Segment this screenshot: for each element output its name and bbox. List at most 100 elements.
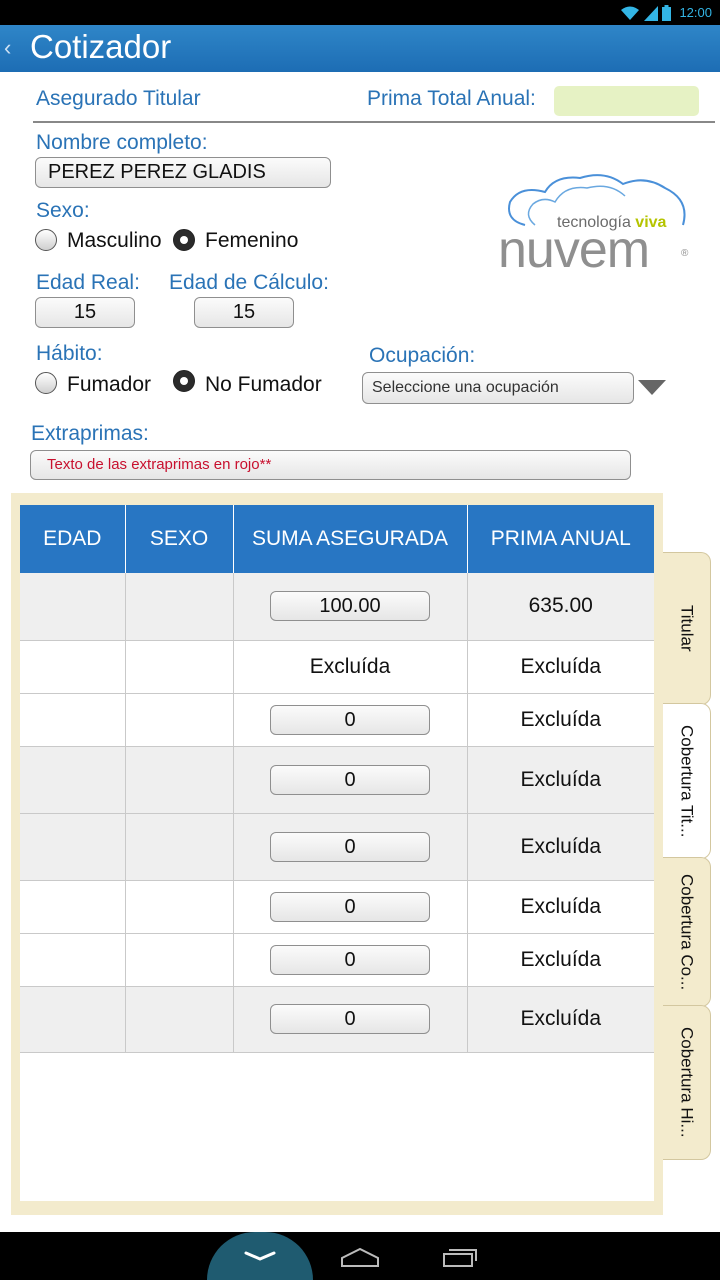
cell-sexo	[125, 986, 234, 1053]
cell-prima: Excluída	[467, 933, 654, 987]
total-premium-label: Prima Total Anual:	[367, 87, 536, 110]
calc-age-label: Edad de Cálculo:	[169, 271, 329, 294]
cell-sexo	[125, 640, 234, 694]
signal-icon	[644, 5, 659, 21]
header-divider	[33, 121, 715, 123]
status-icons: 12:00	[620, 3, 712, 22]
cell-prima: Excluída	[467, 813, 654, 881]
real-age-label: Edad Real:	[36, 271, 140, 294]
cell-edad	[20, 933, 126, 987]
navigation-bar	[0, 1232, 720, 1280]
suma-input[interactable]: 0	[270, 944, 430, 975]
cell-sexo	[125, 693, 234, 747]
sex-radio-femenino[interactable]	[173, 229, 195, 251]
habit-radio-fumador[interactable]	[35, 372, 57, 394]
nav-home-icon[interactable]	[340, 1246, 380, 1268]
coverage-table: EDAD SEXO SUMA ASEGURADA PRIMA ANUAL 100…	[20, 505, 654, 1053]
cell-prima: Excluída	[467, 693, 654, 747]
cell-edad	[20, 746, 126, 814]
habit-option-no-fumador: No Fumador	[205, 373, 322, 396]
nav-back-button[interactable]	[207, 1232, 313, 1280]
app-bar: ‹ Cotizador	[0, 25, 720, 72]
dropdown-arrow-icon[interactable]	[638, 380, 666, 396]
sex-radio-masculino[interactable]	[35, 229, 57, 251]
tab-label: Cobertura Tit...	[677, 724, 697, 838]
cell-edad	[20, 693, 126, 747]
extra-field[interactable]: Texto de las extraprimas en rojo**	[30, 450, 631, 480]
habit-radio-no-fumador[interactable]	[173, 370, 195, 392]
status-bar: 12:00	[0, 0, 720, 25]
name-label: Nombre completo:	[36, 131, 208, 154]
suma-input[interactable]: 0	[270, 1004, 430, 1034]
cell-edad	[20, 813, 126, 881]
back-chevron-icon[interactable]: ‹	[4, 35, 11, 61]
tab-titular[interactable]: Titular	[663, 552, 711, 705]
header-suma-asegurada: SUMA ASEGURADA	[233, 505, 468, 573]
cell-sexo	[125, 746, 234, 814]
cell-prima: Excluída	[467, 880, 654, 934]
app-title: Cotizador	[30, 28, 172, 65]
extra-label: Extraprimas:	[31, 422, 149, 445]
table-row: 0 Excluída	[20, 986, 654, 1053]
table-row: 100.00 635.00	[20, 573, 654, 641]
cell-suma: 0	[233, 746, 468, 814]
cell-sexo	[125, 933, 234, 987]
cell-prima: 635.00	[467, 573, 654, 641]
suma-input[interactable]: 0	[270, 704, 430, 735]
suma-input[interactable]: 0	[270, 891, 430, 922]
tab-label: Cobertura Co...	[677, 873, 697, 991]
habit-label: Hábito:	[36, 342, 103, 365]
occupation-label: Ocupación:	[369, 344, 476, 367]
cell-edad	[20, 986, 126, 1053]
cell-suma: 0	[233, 813, 468, 881]
sex-option-femenino: Femenino	[205, 229, 299, 252]
real-age-field[interactable]: 15	[35, 297, 135, 328]
cell-suma: 0	[233, 693, 468, 747]
cell-sexo	[125, 813, 234, 881]
tab-label: Titular	[677, 605, 697, 652]
cell-sexo	[125, 880, 234, 934]
suma-input[interactable]: 0	[270, 764, 430, 795]
coverage-panel: EDAD SEXO SUMA ASEGURADA PRIMA ANUAL 100…	[11, 493, 663, 1215]
cell-sexo	[125, 573, 234, 641]
cell-suma: 0	[233, 933, 468, 987]
suma-input[interactable]: 0	[270, 831, 430, 862]
name-field[interactable]: PEREZ PEREZ GLADIS	[35, 157, 331, 188]
sex-option-masculino: Masculino	[67, 229, 162, 252]
total-premium-field[interactable]	[554, 86, 699, 116]
suma-input[interactable]: 100.00	[270, 591, 430, 622]
cell-suma: Excluída	[233, 640, 468, 694]
header-prima-anual: PRIMA ANUAL	[467, 505, 654, 573]
nav-recents-icon[interactable]	[442, 1246, 478, 1268]
tab-label: Cobertura Hi...	[677, 1027, 697, 1138]
occupation-select[interactable]: Seleccione una ocupación	[362, 372, 634, 404]
header-sexo: SEXO	[125, 505, 234, 573]
table-row: 0 Excluída	[20, 933, 654, 987]
habit-option-fumador: Fumador	[67, 373, 152, 396]
cell-edad	[20, 880, 126, 934]
cell-prima: Excluída	[467, 640, 654, 694]
cell-prima: Excluída	[467, 746, 654, 814]
battery-icon	[662, 4, 672, 21]
header-edad: EDAD	[20, 505, 126, 573]
tab-cobertura-hijos[interactable]: Cobertura Hi...	[663, 1005, 711, 1160]
tab-cobertura-conyuge[interactable]: Cobertura Co...	[663, 857, 711, 1007]
table-row: 0 Excluída	[20, 880, 654, 934]
table-row: 0 Excluída	[20, 813, 654, 881]
status-time: 12:00	[679, 5, 712, 20]
cell-edad	[20, 640, 126, 694]
wifi-icon	[621, 6, 640, 20]
cell-suma: 100.00	[233, 573, 468, 641]
table-header-row: EDAD SEXO SUMA ASEGURADA PRIMA ANUAL	[20, 505, 654, 573]
table-row: 0 Excluída	[20, 693, 654, 747]
tab-cobertura-titular[interactable]: Cobertura Tit...	[663, 703, 711, 859]
insured-label: Asegurado Titular	[36, 87, 201, 110]
logo-registered-mark: ®	[681, 248, 689, 259]
cell-prima: Excluída	[467, 986, 654, 1053]
nuvem-logo: tecnología viva nuvem ®	[495, 170, 695, 279]
cell-suma: 0	[233, 880, 468, 934]
calc-age-field[interactable]: 15	[194, 297, 294, 328]
cell-edad	[20, 573, 126, 641]
table-row: Excluída Excluída	[20, 640, 654, 694]
logo-brand: nuvem	[498, 221, 650, 279]
